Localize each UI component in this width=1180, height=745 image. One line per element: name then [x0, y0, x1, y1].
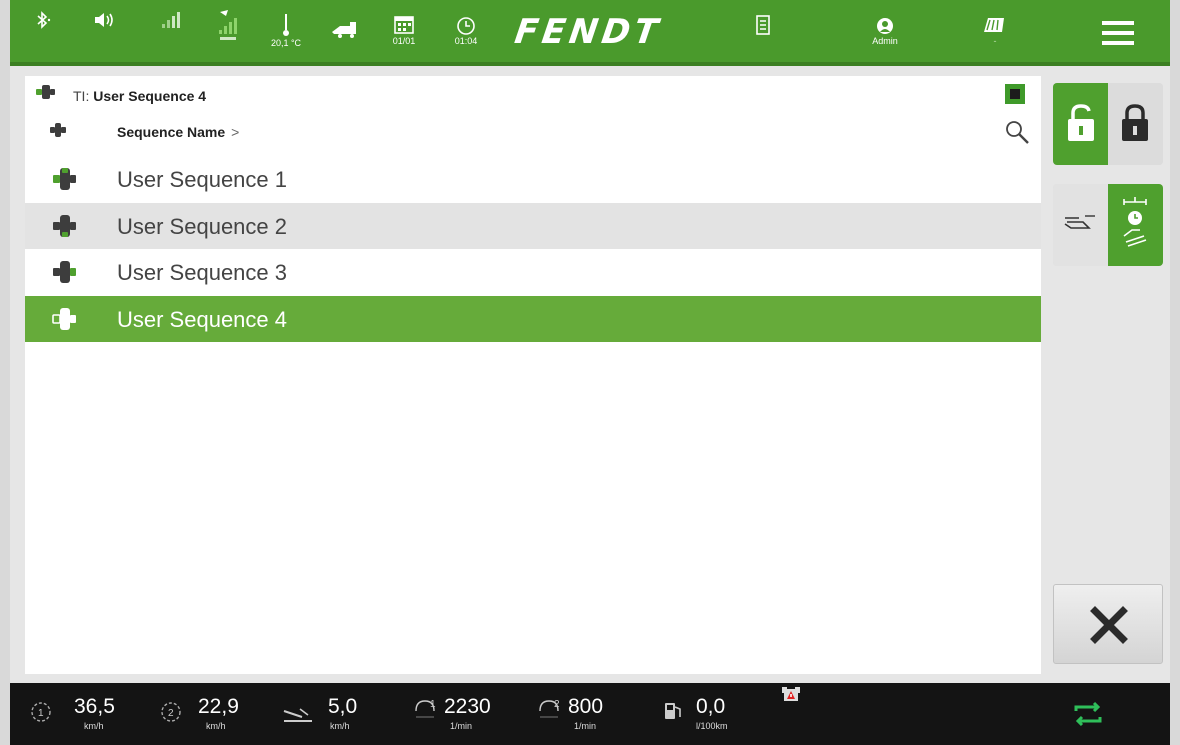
- view-switch-button[interactable]: [1068, 683, 1108, 745]
- signal-strength-icon: [158, 0, 184, 62]
- close-button[interactable]: [1053, 584, 1163, 664]
- svg-text:2: 2: [168, 708, 174, 719]
- user-account[interactable]: Admin: [860, 0, 910, 62]
- sequence-mode-toggle: [1053, 184, 1163, 266]
- swap-icon: [1074, 701, 1102, 727]
- unlock-button[interactable]: [1053, 83, 1108, 165]
- list-item-label: User Sequence 1: [117, 167, 287, 192]
- counter-value: 01/01: [392, 36, 416, 46]
- engine-rpm-1-icon: 1: [415, 699, 436, 718]
- status-bar: 20,1 °C 01/01 01:04 FENDT Admin -: [10, 0, 1170, 66]
- calendar-icon[interactable]: 01/01: [388, 0, 420, 62]
- field-value: -: [993, 36, 997, 46]
- svg-text:1: 1: [38, 708, 44, 719]
- terminal-screen: 20,1 °C 01/01 01:04 FENDT Admin - TI: Us…: [10, 0, 1170, 745]
- sequence-icon: [53, 261, 76, 283]
- clock-readout[interactable]: 01:04: [450, 0, 482, 62]
- volume-icon[interactable]: [90, 0, 120, 62]
- hand-icon: [1064, 215, 1095, 229]
- ti-name: User Sequence 4: [93, 88, 207, 104]
- timed-mode-button[interactable]: [1108, 184, 1163, 266]
- engine-rpm1-unit: 1/min: [450, 721, 473, 731]
- lock-button[interactable]: [1108, 83, 1163, 165]
- user-icon: [877, 18, 893, 34]
- speed2-readout[interactable]: 2 22,9 km/h: [160, 683, 270, 745]
- ti-title: TI: User Sequence 4: [73, 88, 206, 104]
- speed2-unit: km/h: [206, 721, 226, 731]
- ground-speed-readout[interactable]: 5,0 km/h: [282, 683, 392, 745]
- brand-logo: FENDT: [512, 12, 665, 52]
- list-item-sequence-3[interactable]: User Sequence 3: [25, 249, 1041, 295]
- timer-hand-icon: [1123, 197, 1147, 247]
- ground-speed-icon: [283, 708, 312, 722]
- stop-icon: [1010, 89, 1020, 99]
- tractor-warning-icon[interactable]: [780, 683, 810, 745]
- fuel-consumption-readout[interactable]: 0,0 l/100km: [662, 683, 772, 745]
- speedometer-2-icon: 2: [161, 702, 181, 722]
- menu-button[interactable]: [1098, 0, 1138, 62]
- engine-rpm-2-icon: 2: [539, 699, 560, 718]
- list-item-sequence-2[interactable]: User Sequence 2: [25, 203, 1041, 249]
- temperature-value: 20,1 °C: [270, 38, 302, 48]
- stop-button[interactable]: [1005, 84, 1025, 104]
- implement-icon[interactable]: [328, 0, 360, 62]
- document-icon[interactable]: [752, 0, 774, 62]
- clock-time: 01:04: [454, 36, 478, 46]
- ti-prefix: TI:: [73, 88, 94, 104]
- sequence-list-panel: TI: User Sequence 4 Sequence Name > User …: [25, 76, 1041, 674]
- sequence-column-icon: [50, 123, 66, 137]
- sequence-icon: [53, 215, 76, 237]
- search-icon[interactable]: [1003, 118, 1031, 146]
- engine-rpm2-unit: 1/min: [574, 721, 597, 731]
- lock-toggle: [1053, 83, 1163, 165]
- hamburger-icon: [1102, 21, 1134, 45]
- fuel-value: 0,0: [696, 695, 726, 718]
- speed1-readout[interactable]: 1 36,5 km/h: [30, 683, 140, 745]
- svg-text:2: 2: [554, 699, 560, 710]
- vehicle-status-bar: 1 36,5 km/h 2 22,9 km/h 5,0 km/h 1 2230 …: [10, 683, 1170, 745]
- list-item-sequence-1[interactable]: User Sequence 1: [25, 156, 1041, 202]
- list-item-sequence-4[interactable]: User Sequence 4: [25, 296, 1041, 342]
- svg-text:1: 1: [430, 699, 436, 710]
- fuel-pump-icon: [665, 703, 681, 719]
- column-label: Sequence Name: [117, 124, 226, 140]
- list-header: TI: User Sequence 4 Sequence Name >: [25, 76, 1041, 152]
- sequence-icon: [52, 308, 76, 330]
- speed1-value: 36,5: [74, 695, 115, 718]
- temperature-readout: 20,1 °C: [264, 0, 308, 62]
- engine-rpm1-readout[interactable]: 1 2230 1/min: [412, 683, 532, 745]
- lock-icon: [1122, 104, 1148, 141]
- chevron-right-icon: >: [231, 124, 240, 140]
- list-item-label: User Sequence 2: [117, 214, 287, 239]
- engine-rpm2-value: 800: [568, 695, 604, 718]
- fuel-unit: l/100km: [696, 721, 728, 731]
- field-icon[interactable]: -: [980, 0, 1010, 62]
- speed1-unit: km/h: [84, 721, 104, 731]
- list-item-label: User Sequence 3: [117, 260, 287, 285]
- user-name: Admin: [872, 36, 898, 46]
- ground-speed-value: 5,0: [328, 695, 358, 718]
- sort-column-header[interactable]: Sequence Name >: [117, 124, 239, 140]
- unlock-icon: [1068, 104, 1094, 141]
- engine-rpm2-readout[interactable]: 2 800 1/min: [536, 683, 646, 745]
- close-icon: [1090, 606, 1128, 644]
- speedometer-1-icon: 1: [31, 702, 51, 722]
- ground-speed-unit: km/h: [330, 721, 350, 731]
- sequence-icon: [36, 85, 55, 99]
- gnss-signal-icon: [210, 0, 246, 62]
- bluetooth-icon[interactable]: [32, 0, 56, 62]
- speed2-value: 22,9: [198, 695, 239, 718]
- list-item-label: User Sequence 4: [117, 307, 287, 332]
- sequence-icon: [53, 168, 76, 190]
- engine-rpm1-value: 2230: [444, 695, 491, 718]
- manual-mode-button[interactable]: [1053, 184, 1108, 266]
